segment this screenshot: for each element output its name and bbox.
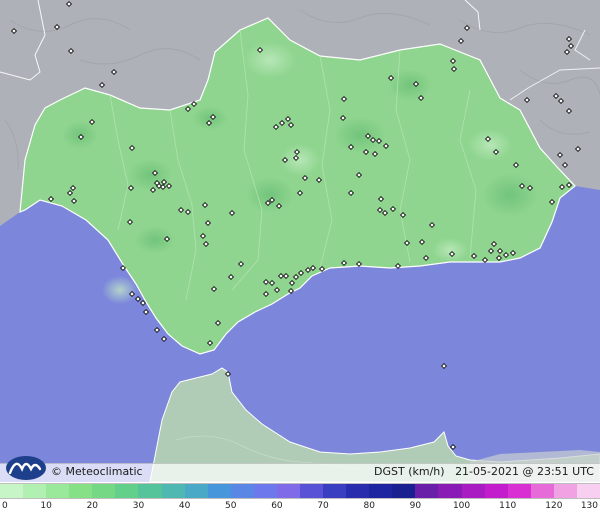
color-scale-segment	[161, 484, 185, 498]
color-scale-segment	[507, 484, 531, 498]
color-scale-segment	[369, 484, 393, 498]
color-scale-segment	[92, 484, 116, 498]
color-scale-tick-label: 0	[2, 501, 8, 511]
color-scale-segment	[530, 484, 554, 498]
color-scale-segment	[553, 484, 577, 498]
color-scale-segment	[346, 484, 370, 498]
color-scale-segment	[438, 484, 462, 498]
color-scale-segment	[392, 484, 416, 498]
brand-label: © Meteoclimatic	[51, 465, 143, 478]
variable-label: DGST (km/h)	[374, 465, 445, 478]
color-scale-tick-label: 120	[545, 501, 563, 511]
color-scale-segment	[253, 484, 277, 498]
color-scale-tick-label: 30	[132, 501, 145, 511]
variable-and-timestamp: DGST (km/h) 21-05-2021 @ 23:51 UTC	[374, 465, 594, 478]
wind-gust-map	[0, 0, 600, 482]
color-scale-tick-label: 110	[499, 501, 517, 511]
meteoclimatic-wave-logo	[6, 456, 46, 480]
color-scale-segment	[184, 484, 208, 498]
color-scale-segment	[461, 484, 485, 498]
color-scale-segment	[0, 484, 24, 498]
timestamp-label: 21-05-2021 @ 23:51 UTC	[455, 465, 594, 478]
color-scale-ticks: 0 10 20 30 40 50 60 70 80 90 100 110 120 130	[0, 499, 600, 517]
color-scale-tick-label: 60	[271, 501, 283, 511]
color-scale-bar	[0, 483, 600, 499]
color-scale-segment	[276, 484, 301, 498]
color-scale-segment	[300, 484, 324, 498]
color-scale-tick-label: 90	[409, 501, 422, 511]
color-scale-tick-label: 10	[40, 501, 52, 511]
color-scale-tick-label: 130	[580, 501, 598, 511]
color-scale-segment	[46, 484, 70, 498]
color-scale-segment	[138, 484, 162, 498]
color-scale-tick-label: 40	[178, 501, 191, 511]
color-scale-segment	[230, 484, 254, 498]
color-scale-tick-label: 70	[317, 501, 329, 511]
color-scale-segment	[415, 484, 439, 498]
map-viewer: © Meteoclimatic DGST (km/h) 21-05-2021 @…	[0, 0, 600, 517]
color-scale-segment	[23, 484, 47, 498]
color-scale-segment	[484, 484, 508, 498]
color-scale-tick-label: 100	[452, 501, 471, 511]
color-scale: 0 10 20 30 40 50 60 70 80 90 100 110 120 130	[0, 483, 600, 517]
color-scale-tick-label: 50	[225, 501, 237, 511]
color-scale-tick-label: 80	[363, 501, 375, 511]
color-scale-tick-label: 20	[86, 501, 99, 511]
color-scale-segment	[115, 484, 139, 498]
color-scale-segment	[323, 484, 347, 498]
color-scale-segment	[207, 484, 231, 498]
color-scale-segment	[576, 484, 600, 498]
color-scale-segment	[69, 484, 93, 498]
